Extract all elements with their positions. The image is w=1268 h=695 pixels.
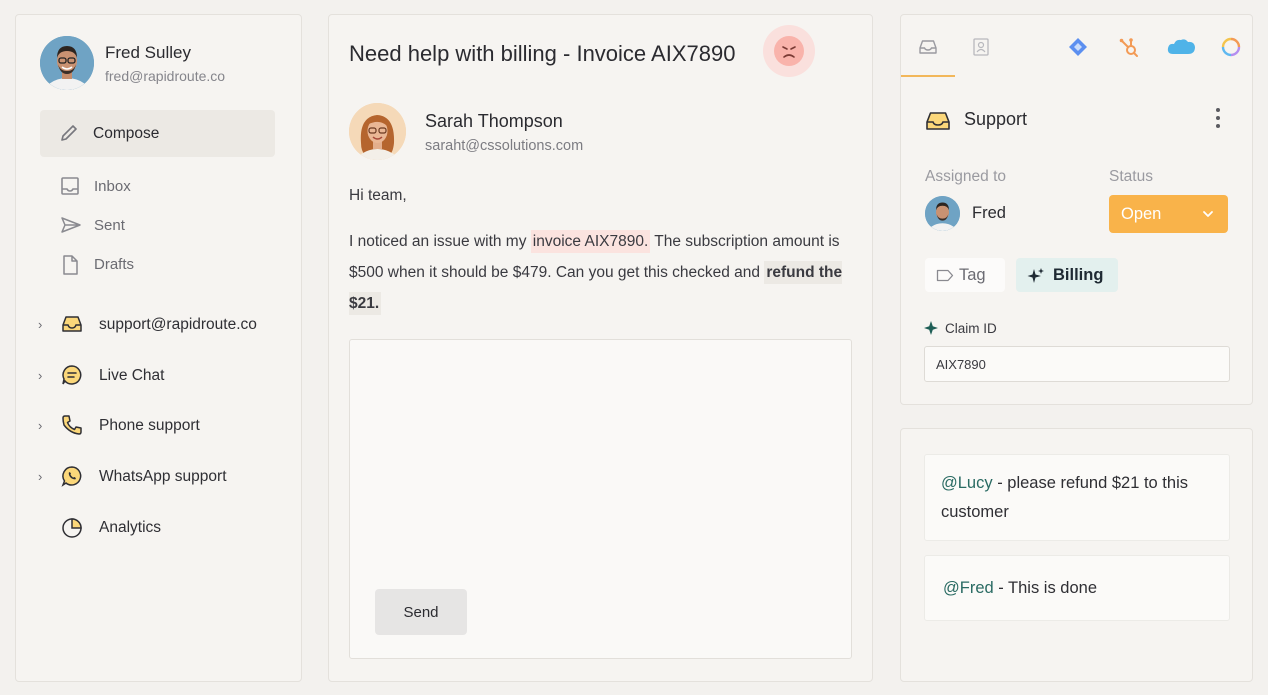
note-item[interactable]: @Lucy - please refund $21 to this custom…: [924, 454, 1230, 541]
reply-editor[interactable]: Send: [349, 339, 852, 659]
status-value: Open: [1121, 205, 1162, 223]
mention[interactable]: @Lucy: [941, 474, 993, 492]
sidebar-item-label: support@rapidroute.co: [99, 316, 257, 333]
user-avatar[interactable]: [40, 36, 94, 90]
tag-label: Tag: [959, 266, 986, 284]
sidebar-item-label: Live Chat: [99, 367, 165, 384]
billing-tag[interactable]: Billing: [1016, 258, 1118, 292]
inbox-tray-icon: [925, 109, 951, 138]
invoice-highlight: invoice AIX7890.: [530, 230, 651, 253]
sidebar-item-live-chat[interactable]: › Live Chat: [34, 361, 294, 391]
sparkle-icon: [923, 320, 939, 341]
sidebar-item-analytics[interactable]: Analytics: [34, 513, 294, 543]
note-text: - This is done: [993, 579, 1098, 597]
more-options-icon[interactable]: [1211, 105, 1225, 131]
sidebar-item-label: Sent: [94, 217, 125, 234]
sidebar-item-label: Analytics: [99, 519, 162, 536]
sender-avatar: [349, 103, 406, 160]
sync-icon[interactable]: [1221, 37, 1241, 62]
claim-id-field[interactable]: [924, 346, 1230, 382]
ticket-subject: Need help with billing - Invoice AIX7890: [349, 41, 736, 66]
sidebar-item-label: WhatsApp support: [99, 468, 227, 485]
active-tab-indicator: [901, 75, 955, 77]
sender-name: Sarah Thompson: [425, 111, 563, 131]
chevron-right-icon[interactable]: ›: [38, 418, 42, 433]
sparkle-icon: [1027, 267, 1045, 290]
message-body: I noticed an issue with my invoice AIX78…: [349, 226, 849, 319]
claim-id-label: Claim ID: [945, 321, 997, 336]
sidebar-item-sent[interactable]: Sent: [56, 213, 266, 239]
queue-label: Support: [964, 109, 1028, 129]
assignee-name: Fred: [972, 204, 1006, 222]
sidebar: Fred Sulley fred@rapidroute.co Compose I…: [15, 14, 302, 682]
user-name: Fred Sulley: [105, 43, 191, 62]
angry-face-icon: [763, 25, 815, 77]
chevron-down-icon: [1201, 207, 1215, 226]
assignee-avatar[interactable]: [925, 196, 960, 231]
document-icon: [60, 254, 80, 281]
sidebar-item-phone-support[interactable]: › Phone support: [34, 411, 294, 441]
hubspot-icon[interactable]: [1118, 37, 1140, 64]
sidebar-item-drafts[interactable]: Drafts: [56, 252, 266, 278]
compose-button[interactable]: Compose: [40, 110, 275, 157]
sidebar-item-whatsapp-support[interactable]: › WhatsApp support: [34, 462, 294, 492]
assigned-to-label: Assigned to: [925, 168, 1006, 185]
jira-icon[interactable]: [1068, 37, 1088, 62]
inbox-tray-icon: [60, 312, 84, 341]
mention[interactable]: @Fred: [943, 579, 994, 597]
sidebar-item-inbox[interactable]: Inbox: [56, 174, 266, 200]
chevron-right-icon[interactable]: ›: [38, 469, 42, 484]
compose-label: Compose: [93, 125, 160, 142]
add-tag-button[interactable]: Tag: [925, 258, 1005, 292]
note-item[interactable]: @Fred - This is done: [924, 555, 1230, 621]
send-button[interactable]: Send: [375, 589, 467, 635]
tag-icon: [936, 269, 954, 287]
ticket-panel: Need help with billing - Invoice AIX7890…: [328, 14, 873, 682]
billing-tag-label: Billing: [1053, 266, 1104, 284]
inbox-icon: [60, 176, 80, 201]
pie-chart-icon: [60, 515, 84, 544]
user-email: fred@rapidroute.co: [105, 68, 226, 84]
sender-email: saraht@cssolutions.com: [425, 138, 584, 154]
sidebar-item-label: Inbox: [94, 178, 131, 195]
whatsapp-icon: [60, 464, 84, 493]
message-text: I noticed an issue with my: [349, 233, 531, 250]
status-label: Status: [1109, 168, 1153, 185]
internal-notes-panel: @Lucy - please refund $21 to this custom…: [900, 428, 1253, 682]
contact-card-icon[interactable]: [972, 37, 990, 62]
sidebar-item-label: Phone support: [99, 417, 200, 434]
pencil-icon: [59, 123, 79, 148]
inbox-tray-icon[interactable]: [918, 37, 938, 62]
salesforce-icon[interactable]: [1166, 37, 1196, 62]
phone-icon: [60, 413, 84, 442]
chevron-right-icon[interactable]: ›: [38, 368, 42, 383]
sidebar-item-support-inbox[interactable]: › support@rapidroute.co: [34, 310, 294, 340]
message-greeting: Hi team,: [349, 187, 407, 204]
chevron-right-icon[interactable]: ›: [38, 317, 42, 332]
chat-bubble-icon: [60, 363, 84, 392]
ticket-details-panel: Support Assigned to Status Fred Open Tag…: [900, 14, 1253, 405]
send-icon: [60, 215, 82, 240]
status-dropdown[interactable]: Open: [1109, 195, 1228, 233]
sidebar-item-label: Drafts: [94, 256, 135, 273]
